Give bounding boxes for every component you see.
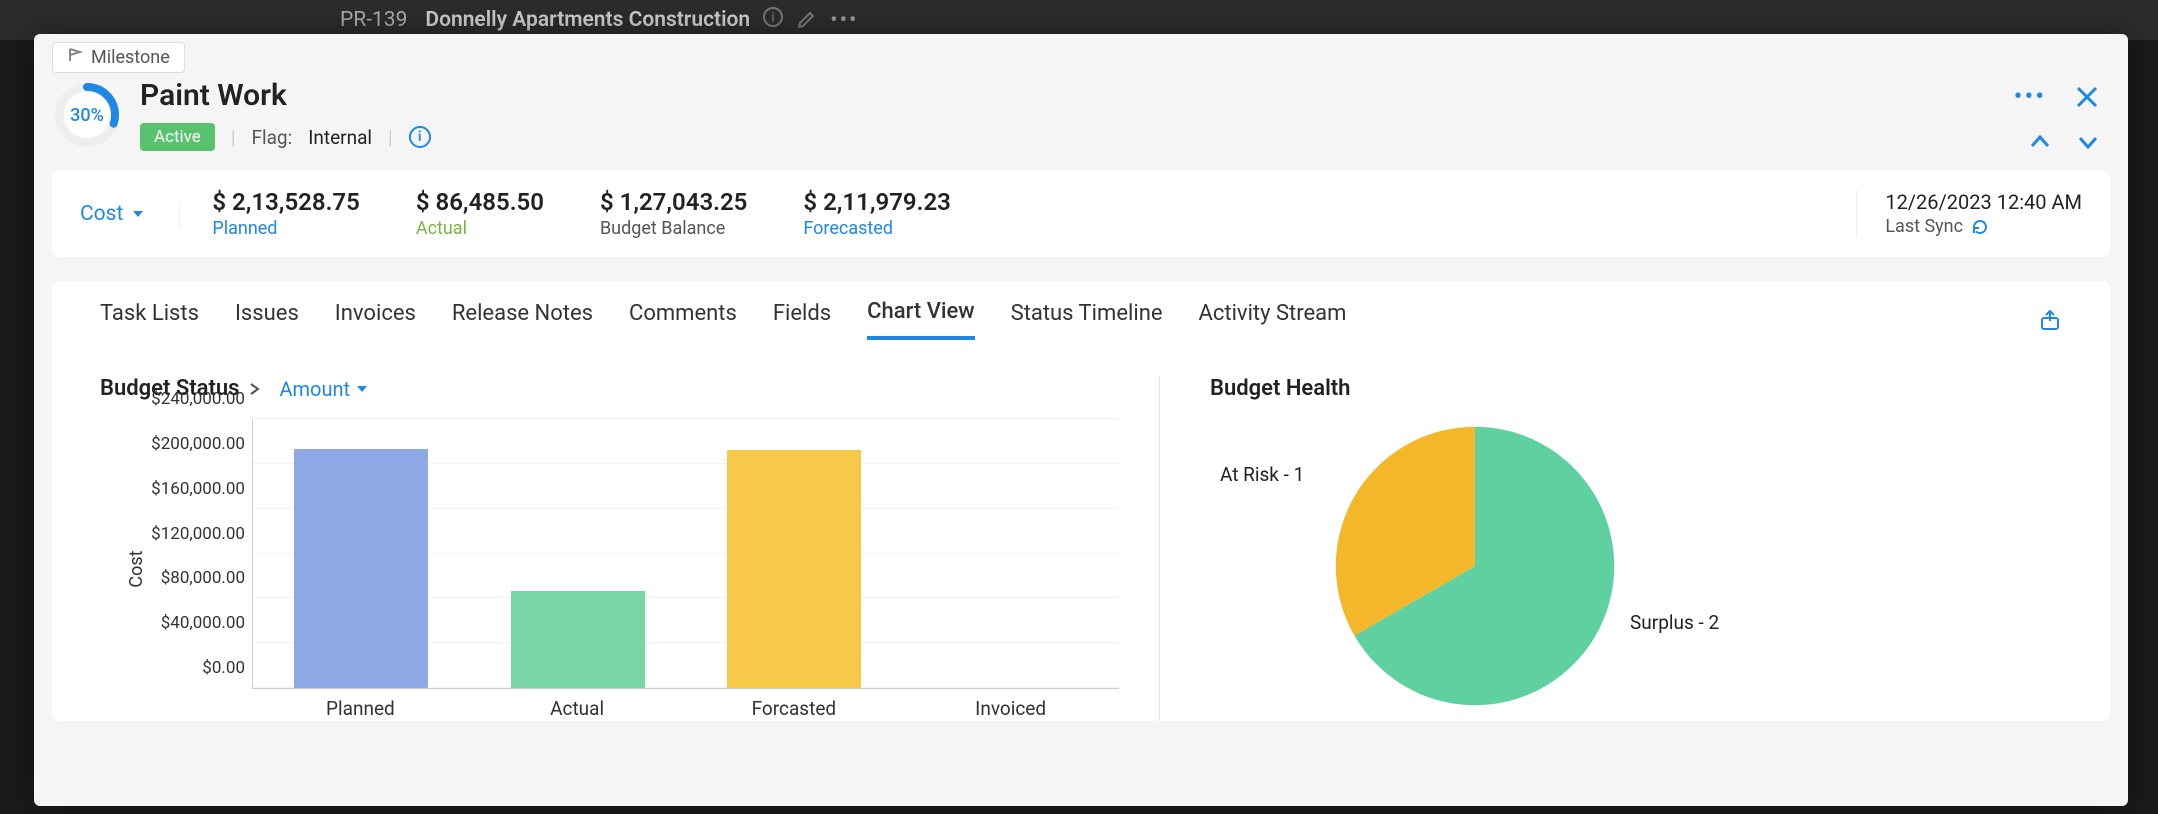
- tab-task-lists[interactable]: Task Lists: [100, 301, 199, 338]
- progress-percent: 30%: [63, 91, 111, 139]
- milestone-breadcrumb[interactable]: Milestone: [52, 42, 185, 73]
- sync-timestamp: 12/26/2023 12:40 AM: [1885, 190, 2082, 214]
- metric-forecast-label: Forecasted: [803, 218, 950, 239]
- chevron-right-icon: [247, 382, 261, 396]
- last-sync: 12/26/2023 12:40 AM Last Sync: [1856, 190, 2082, 237]
- flag-label: Flag:: [251, 126, 292, 149]
- status-badge: Active: [140, 123, 215, 151]
- x-label: Invoiced: [902, 689, 1119, 720]
- y-tick: $160,000.00: [151, 479, 245, 499]
- content-card: Task Lists Issues Invoices Release Notes Com…: [52, 281, 2110, 721]
- metric-planned-label: Planned: [212, 218, 359, 239]
- more-actions-icon[interactable]: •••: [2014, 82, 2046, 112]
- metric-planned: $ 2,13,528.75 Planned: [212, 188, 359, 239]
- bar-planned[interactable]: [294, 449, 428, 688]
- tab-status-timeline[interactable]: Status Timeline: [1011, 301, 1163, 338]
- metric-balance: $ 1,27,043.25 Budget Balance: [600, 188, 747, 239]
- separator: |: [231, 126, 236, 149]
- tab-activity-stream[interactable]: Activity Stream: [1199, 301, 1347, 338]
- y-tick: $40,000.00: [161, 613, 245, 633]
- budget-health-chart: Budget Health At Risk - 1 Surplus - 2: [1160, 376, 2062, 721]
- milestone-title: Paint Work: [140, 78, 1994, 113]
- close-icon[interactable]: [2074, 84, 2100, 110]
- separator: |: [388, 126, 393, 149]
- budget-status-chart: Budget Status Amount Cost $0.00$40,000.0…: [100, 376, 1160, 721]
- pie-label-surplus: Surplus - 2: [1630, 611, 1719, 634]
- refresh-icon[interactable]: [1971, 218, 1989, 236]
- chevron-down-icon: [131, 207, 145, 221]
- metric-actual-label: Actual: [416, 218, 544, 239]
- edit-icon[interactable]: [796, 6, 818, 34]
- metric-forecast-value: $ 2,11,979.23: [803, 188, 950, 216]
- x-label: Forcasted: [686, 689, 903, 720]
- metric-balance-value: $ 1,27,043.25: [600, 188, 747, 216]
- metric-actual-value: $ 86,485.50: [416, 188, 544, 216]
- milestone-chip-label: Milestone: [91, 47, 170, 68]
- metric-actual: $ 86,485.50 Actual: [416, 188, 544, 239]
- milestone-icon: [67, 47, 83, 68]
- cost-dropdown[interactable]: Cost: [80, 202, 180, 226]
- y-tick: $80,000.00: [161, 568, 245, 588]
- progress-ring: 30%: [54, 82, 120, 148]
- tab-release-notes[interactable]: Release Notes: [452, 301, 593, 338]
- y-tick: $240,000.00: [151, 389, 245, 409]
- next-record-icon[interactable]: [2076, 130, 2100, 154]
- info-icon[interactable]: i: [409, 126, 431, 148]
- export-icon[interactable]: [2038, 308, 2062, 332]
- amount-dropdown[interactable]: Amount: [279, 377, 368, 401]
- tab-fields[interactable]: Fields: [773, 301, 831, 338]
- y-tick: $0.00: [202, 658, 245, 678]
- svg-text:i: i: [771, 10, 774, 26]
- tab-comments[interactable]: Comments: [629, 301, 737, 338]
- prev-record-icon[interactable]: [2028, 130, 2052, 154]
- sync-label: Last Sync: [1885, 216, 1963, 237]
- project-id: PR-139: [340, 8, 407, 32]
- pie-label-at-risk: At Risk - 1: [1220, 463, 1304, 486]
- flag-value: Internal: [308, 126, 372, 149]
- x-label: Planned: [252, 689, 469, 720]
- bar-forcasted[interactable]: [727, 450, 861, 688]
- x-label: Actual: [469, 689, 686, 720]
- info-icon[interactable]: i: [762, 6, 784, 34]
- chart-title: Budget Health: [1210, 376, 1350, 401]
- bar-actual[interactable]: [511, 591, 645, 688]
- y-axis-label: Cost: [126, 550, 147, 587]
- project-title: Donnelly Apartments Construction: [425, 8, 750, 32]
- milestone-panel: Milestone 30% Paint Work Active | Flag: …: [34, 34, 2128, 806]
- tab-chart-view[interactable]: Chart View: [867, 299, 974, 340]
- cost-summary-card: Cost $ 2,13,528.75 Planned $ 86,485.50 A…: [52, 170, 2110, 257]
- tab-issues[interactable]: Issues: [235, 301, 299, 338]
- y-tick: $120,000.00: [151, 524, 245, 544]
- tabs: Task Lists Issues Invoices Release Notes Com…: [100, 299, 2062, 340]
- y-tick: $200,000.00: [151, 434, 245, 454]
- amount-dropdown-label: Amount: [279, 377, 350, 401]
- cost-dropdown-label: Cost: [80, 202, 123, 226]
- tab-invoices[interactable]: Invoices: [335, 301, 416, 338]
- chevron-down-icon: [356, 383, 368, 395]
- metric-planned-value: $ 2,13,528.75: [212, 188, 359, 216]
- metric-forecast: $ 2,11,979.23 Forecasted: [803, 188, 950, 239]
- more-icon[interactable]: •••: [830, 8, 858, 33]
- metric-balance-label: Budget Balance: [600, 218, 747, 239]
